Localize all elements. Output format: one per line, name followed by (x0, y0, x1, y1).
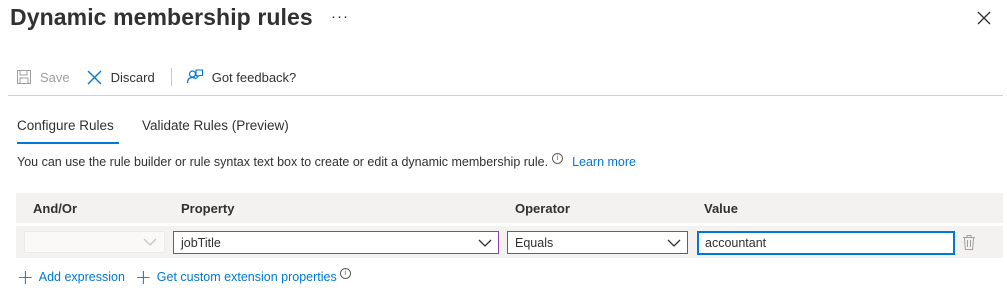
close-button[interactable] (975, 9, 993, 27)
operator-value: Equals (515, 235, 554, 250)
close-icon (977, 11, 991, 25)
column-header-property: Property (181, 201, 235, 216)
add-expression-label: Add expression (38, 270, 125, 284)
save-label: Save (40, 69, 70, 85)
chevron-down-icon (143, 238, 157, 246)
feedback-icon (186, 69, 203, 84)
get-custom-label: Get custom extension properties (156, 270, 337, 284)
save-icon (17, 70, 31, 84)
plus-icon: + (135, 265, 152, 289)
operator-dropdown[interactable]: Equals (507, 231, 688, 254)
description: You can use the rule builder or rule syn… (17, 152, 636, 169)
description-text: You can use the rule builder or rule syn… (17, 155, 549, 169)
chevron-down-icon (478, 239, 492, 247)
more-options-button[interactable]: ··· (331, 8, 349, 25)
info-icon[interactable]: i (339, 267, 351, 279)
property-dropdown[interactable]: jobTitle (173, 231, 499, 254)
column-header-operator: Operator (515, 201, 570, 216)
page-title: Dynamic membership rules (10, 4, 313, 30)
property-value: jobTitle (181, 235, 221, 250)
tab-validate-rules[interactable]: Validate Rules (Preview) (142, 118, 289, 133)
column-header-andor: And/Or (33, 201, 78, 216)
add-expression-button[interactable]: + Add expression (17, 265, 125, 289)
feedback-button[interactable]: Got feedback? (186, 68, 297, 86)
value-text: accountant (705, 236, 767, 250)
save-button[interactable]: Save (16, 69, 70, 85)
toolbar-divider (170, 68, 172, 86)
plus-icon: + (17, 265, 34, 289)
info-icon[interactable]: i (552, 152, 564, 164)
tab-configure-rules[interactable]: Configure Rules (17, 118, 114, 133)
active-tab-indicator (17, 142, 119, 144)
chevron-down-icon (667, 239, 681, 247)
discard-label: Discard (110, 69, 155, 85)
toolbar-divider-line (8, 95, 1003, 96)
feedback-label: Got feedback? (211, 69, 297, 85)
column-header-value: Value (704, 201, 738, 216)
delete-icon[interactable] (962, 234, 976, 251)
discard-icon (87, 70, 102, 84)
command-bar: Save Discard Got feedback? (16, 66, 312, 88)
value-input[interactable]: accountant (697, 231, 955, 255)
get-custom-extension-properties-button[interactable]: + Get custom extension properties i (135, 265, 351, 289)
learn-more-link[interactable]: Learn more (572, 155, 636, 169)
rules-grid-header (16, 193, 1003, 223)
discard-button[interactable]: Discard (86, 69, 155, 86)
